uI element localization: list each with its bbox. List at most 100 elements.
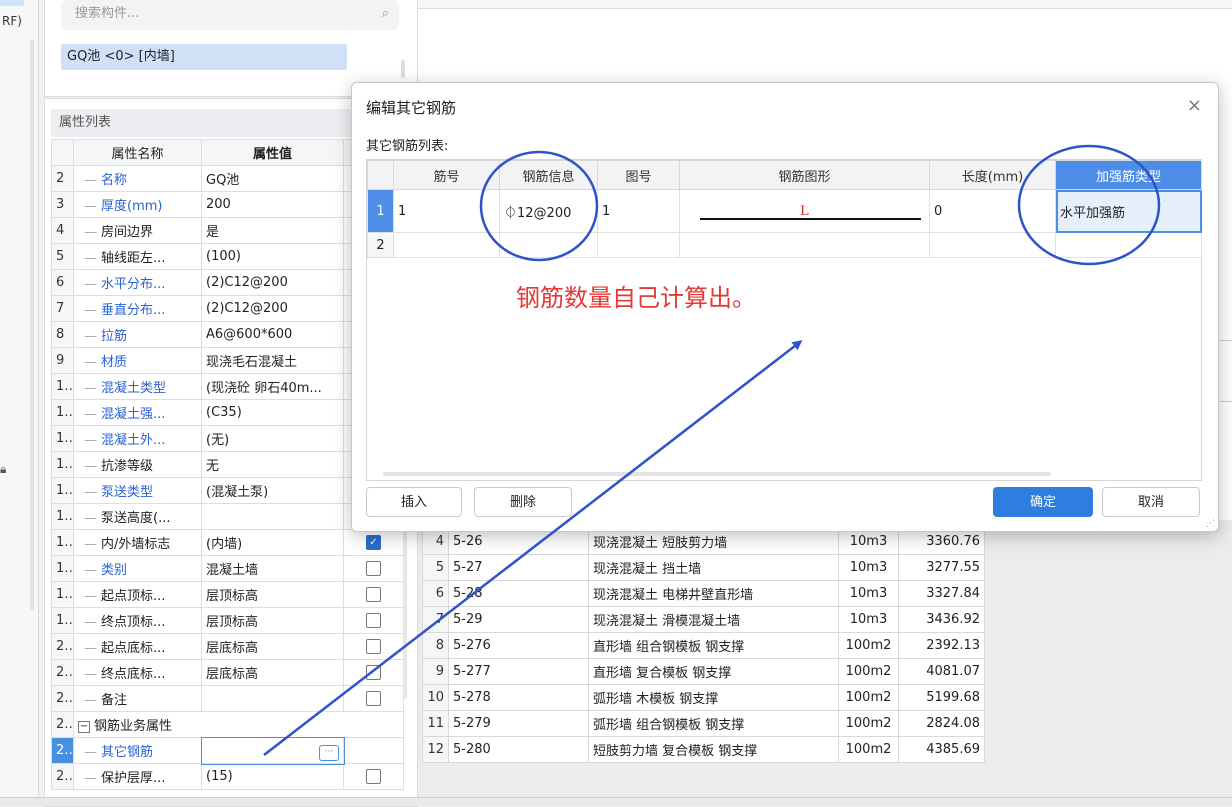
rebar-row-number[interactable]: 2: [367, 232, 394, 258]
lock-icon[interactable]: 🔒︎: [0, 462, 6, 477]
property-value[interactable]: (内墙): [201, 529, 344, 556]
property-value[interactable]: GQ池: [201, 165, 344, 192]
rebar-no-cell[interactable]: [393, 232, 500, 258]
quota-row[interactable]: 5 5-27 现浇混凝土 挡土墙 10m3 3277.55: [422, 554, 985, 581]
property-value[interactable]: (C35): [201, 399, 344, 426]
property-checkbox[interactable]: [366, 561, 381, 576]
property-value[interactable]: 无: [201, 451, 344, 478]
quota-row[interactable]: 12 5-280 短肢剪力墙 复合模板 钢支撑 100m2 4385.69: [422, 736, 985, 763]
property-value[interactable]: [201, 685, 344, 712]
property-checkbox[interactable]: [366, 769, 381, 784]
quota-row[interactable]: 9 5-277 直形墙 复合模板 钢支撑 100m2 4081.07: [422, 658, 985, 685]
quota-name[interactable]: 现浇混凝土 挡土墙: [588, 554, 839, 581]
resize-grip-icon[interactable]: ⋰: [1206, 519, 1215, 529]
quota-name[interactable]: 直形墙 组合钢模板 钢支撑: [588, 632, 839, 659]
property-value[interactable]: (2)C12@200: [201, 269, 344, 296]
quota-name[interactable]: 现浇混凝土 电梯井壁直形墙: [588, 580, 839, 607]
quota-name[interactable]: 弧形墙 组合钢模板 钢支撑: [588, 710, 839, 737]
quota-row[interactable]: 4 5-26 现浇混凝土 短肢剪力墙 10m3 3360.76: [422, 528, 985, 555]
rebar-horizontal-scrollbar[interactable]: [383, 472, 1051, 476]
left-strip-scrollbar[interactable]: [30, 40, 34, 610]
property-value[interactable]: (现浇砼 卵石40m...: [201, 373, 344, 400]
property-value[interactable]: 层顶标高: [201, 581, 344, 608]
search-box[interactable]: ⌕: [61, 0, 399, 30]
ok-button[interactable]: 确定: [993, 487, 1093, 517]
quota-code[interactable]: 5-278: [448, 684, 589, 711]
quota-row[interactable]: 7 5-29 现浇混凝土 滑模混凝土墙 10m3 3436.92: [422, 606, 985, 633]
rebar-type-cell[interactable]: 水平加强筋: [1055, 189, 1202, 233]
rebar-shape-cell[interactable]: L: [679, 189, 930, 233]
rebar-fig-cell[interactable]: [597, 232, 680, 258]
quota-row[interactable]: 11 5-279 弧形墙 组合钢模板 钢支撑 100m2 2824.08: [422, 710, 985, 737]
property-value[interactable]: (无): [201, 425, 344, 452]
rebar-type-cell[interactable]: [1055, 232, 1202, 258]
property-checkbox[interactable]: [366, 587, 381, 602]
property-value[interactable]: (100): [201, 243, 344, 270]
property-checkbox[interactable]: [366, 691, 381, 706]
close-icon[interactable]: ×: [1187, 95, 1202, 116]
quota-code[interactable]: 5-279: [448, 710, 589, 737]
rebar-header-no[interactable]: 筋号: [393, 160, 500, 190]
property-value-editor[interactable]: ···: [200, 736, 345, 765]
property-value[interactable]: (15): [201, 763, 344, 790]
rebar-header-shape[interactable]: 钢筋图形: [679, 160, 930, 190]
property-row[interactable]: 20 — 起点底标... 层底标高: [51, 633, 404, 660]
rebar-header-type[interactable]: 加强筋类型: [1055, 160, 1202, 190]
quota-name[interactable]: 现浇混凝土 短肢剪力墙: [588, 528, 839, 555]
property-row-selected[interactable]: 24 — 其它钢筋 ···: [51, 736, 404, 765]
property-value[interactable]: (混凝土泵): [201, 477, 344, 504]
rebar-no-cell[interactable]: 1: [393, 189, 500, 233]
rebar-header-fig[interactable]: 图号: [597, 160, 680, 190]
quota-code[interactable]: 5-26: [448, 528, 589, 555]
property-value[interactable]: 层底标高: [201, 659, 344, 686]
property-checkbox[interactable]: [366, 665, 381, 680]
delete-button[interactable]: 删除: [474, 487, 572, 517]
quota-name[interactable]: 短肢剪力墙 复合模板 钢支撑: [588, 736, 839, 763]
property-value[interactable]: 层底标高: [201, 633, 344, 660]
rebar-header-info[interactable]: 钢筋信息: [499, 160, 598, 190]
property-row[interactable]: 16 — 内/外墙标志 (内墙) ✓: [51, 529, 404, 556]
collapse-icon[interactable]: −: [78, 720, 90, 733]
quota-code[interactable]: 5-27: [448, 554, 589, 581]
rebar-length-cell[interactable]: 0: [929, 189, 1056, 233]
quota-code[interactable]: 5-276: [448, 632, 589, 659]
search-input[interactable]: [75, 6, 365, 21]
quota-code[interactable]: 5-280: [448, 736, 589, 763]
property-row[interactable]: 21 — 终点底标... 层底标高: [51, 659, 404, 686]
property-group-label[interactable]: − 钢筋业务属性: [73, 711, 404, 738]
property-value[interactable]: 混凝土墙: [201, 555, 344, 582]
property-value[interactable]: A6@600*600: [201, 321, 344, 348]
quota-code[interactable]: 5-277: [448, 658, 589, 685]
property-value[interactable]: 层顶标高: [201, 607, 344, 634]
quota-name[interactable]: 现浇混凝土 滑模混凝土墙: [588, 606, 839, 633]
rebar-header-length[interactable]: 长度(mm): [929, 160, 1056, 190]
rebar-length-cell[interactable]: [929, 232, 1056, 258]
property-checkbox[interactable]: [366, 639, 381, 654]
rebar-info-cell[interactable]: [499, 232, 598, 258]
property-checkbox[interactable]: [366, 613, 381, 628]
search-icon[interactable]: ⌕: [382, 6, 389, 21]
insert-button[interactable]: 插入: [366, 487, 462, 517]
quota-row[interactable]: 8 5-276 直形墙 组合钢模板 钢支撑 100m2 2392.13: [422, 632, 985, 659]
property-value[interactable]: 200: [201, 191, 344, 218]
property-value[interactable]: 是: [201, 217, 344, 244]
ellipsis-button[interactable]: ···: [319, 744, 339, 761]
rebar-row-number[interactable]: 1: [367, 189, 394, 233]
property-value[interactable]: (2)C12@200: [201, 295, 344, 322]
quota-name[interactable]: 弧形墙 木模板 钢支撑: [588, 684, 839, 711]
property-row[interactable]: 18 — 起点顶标... 层顶标高: [51, 581, 404, 608]
property-value[interactable]: 现浇毛石混凝土: [201, 347, 344, 374]
property-checkbox[interactable]: ✓: [366, 535, 381, 550]
property-value[interactable]: [201, 503, 344, 530]
quota-code[interactable]: 5-28: [448, 580, 589, 607]
property-row[interactable]: 25 — 保护层厚... (15): [51, 763, 404, 790]
property-row[interactable]: 17 — 类别 混凝土墙: [51, 555, 404, 582]
rebar-shape-cell[interactable]: [679, 232, 930, 258]
property-group-row[interactable]: 23− 钢筋业务属性: [51, 711, 404, 738]
property-row[interactable]: 19 — 终点顶标... 层顶标高: [51, 607, 404, 634]
rebar-info-cell[interactable]: ⏀12@200: [499, 189, 598, 233]
rebar-row[interactable]: 2: [367, 232, 1202, 258]
quota-code[interactable]: 5-29: [448, 606, 589, 633]
quota-row[interactable]: 6 5-28 现浇混凝土 电梯井壁直形墙 10m3 3327.84: [422, 580, 985, 607]
component-list-item[interactable]: GQ池 <0> [内墙]: [61, 44, 347, 70]
